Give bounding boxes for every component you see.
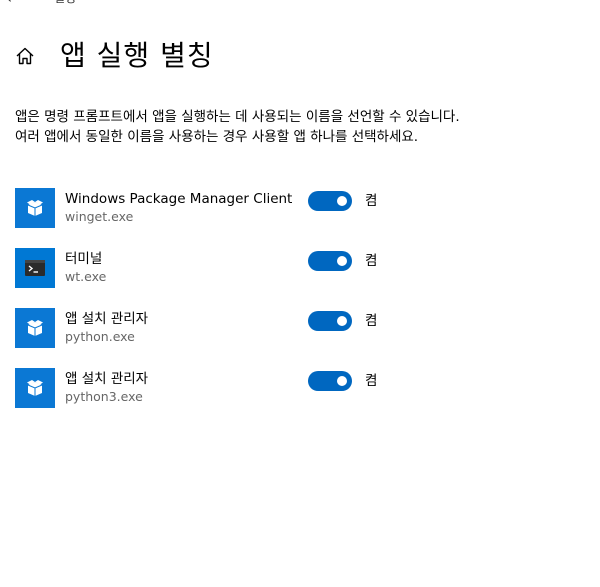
alias-row-winget: Windows Package Manager Client winget.ex… bbox=[15, 188, 435, 228]
app-exe: python.exe bbox=[65, 329, 135, 344]
alias-toggle-python3[interactable] bbox=[308, 371, 352, 391]
alias-toggle-wt[interactable] bbox=[308, 251, 352, 271]
alias-row-python3: 앱 설치 관리자 python3.exe 켬 bbox=[15, 368, 435, 408]
page-description: 앱은 명령 프롬프트에서 앱을 실행하는 데 사용되는 이름을 선언할 수 있습… bbox=[15, 109, 460, 145]
alias-toggle-python[interactable] bbox=[308, 311, 352, 331]
package-icon bbox=[15, 188, 55, 228]
toggle-state-label: 켬 bbox=[365, 253, 378, 269]
page-header: 앱 실행 별칭 bbox=[14, 36, 214, 76]
title-bar: ‹ 설정 bbox=[0, 0, 600, 8]
page-title: 앱 실행 별칭 bbox=[60, 39, 214, 72]
toggle-knob bbox=[337, 376, 347, 386]
toggle-knob bbox=[337, 316, 347, 326]
alias-row-python: 앱 설치 관리자 python.exe 켬 bbox=[15, 308, 435, 348]
alias-list: Windows Package Manager Client winget.ex… bbox=[15, 188, 435, 428]
toggle-state-label: 켬 bbox=[365, 373, 378, 389]
settings-page: ‹ 설정 앱 실행 별칭 앱은 명령 프롬프트에서 앱을 실행하는 데 사용되는… bbox=[0, 0, 600, 587]
alias-text: 앱 설치 관리자 python3.exe bbox=[65, 370, 148, 406]
alias-text: Windows Package Manager Client winget.ex… bbox=[65, 190, 292, 226]
alias-text: 앱 설치 관리자 python.exe bbox=[65, 310, 148, 346]
app-name: 앱 설치 관리자 bbox=[65, 311, 149, 327]
toggle-knob bbox=[337, 256, 347, 266]
back-button[interactable]: ‹ bbox=[6, 0, 24, 8]
toggle-state-label: 켬 bbox=[365, 193, 378, 209]
toggle-state-label: 켬 bbox=[365, 313, 378, 329]
toggle-knob bbox=[337, 196, 347, 206]
app-exe: winget.exe bbox=[65, 209, 134, 224]
package-icon bbox=[15, 368, 55, 408]
alias-row-wt: 터미널 wt.exe 켬 bbox=[15, 248, 435, 288]
app-name: 앱 설치 관리자 bbox=[65, 371, 149, 387]
app-exe: python3.exe bbox=[65, 389, 143, 404]
app-name: Windows Package Manager Client bbox=[65, 191, 293, 207]
app-exe: wt.exe bbox=[65, 269, 107, 284]
alias-toggle-winget[interactable] bbox=[308, 191, 352, 211]
package-icon bbox=[15, 308, 55, 348]
window-caption: 설정 bbox=[54, 0, 76, 7]
app-name: 터미널 bbox=[65, 251, 103, 267]
home-icon[interactable] bbox=[14, 45, 36, 67]
terminal-icon bbox=[15, 248, 55, 288]
alias-text: 터미널 wt.exe bbox=[65, 250, 106, 286]
